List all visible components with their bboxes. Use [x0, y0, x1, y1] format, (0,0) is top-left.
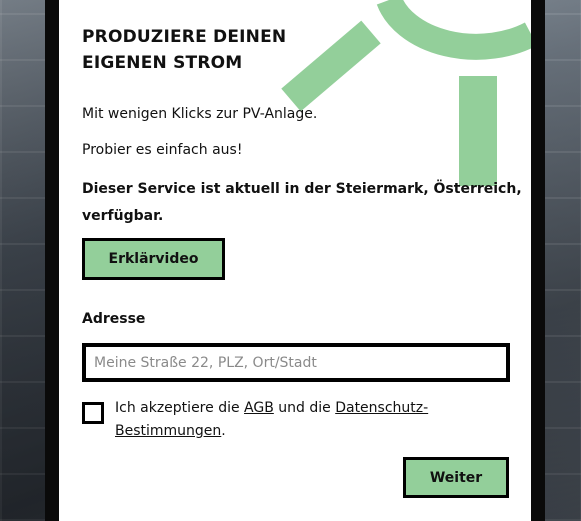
background-shade-left: [0, 0, 45, 521]
agb-link[interactable]: AGB: [244, 400, 274, 416]
consent-text-after: .: [221, 423, 226, 439]
address-label: Adresse: [82, 311, 146, 327]
intro-text: Mit wenigen Klicks zur PV-Anlage.: [82, 106, 318, 122]
signup-card: PRODUZIERE DEINEN EIGENEN STROM Mit weni…: [59, 0, 531, 521]
explainer-video-button[interactable]: Erklärvideo: [82, 238, 225, 280]
consent-text: Ich akzeptiere die AGB und die Datenschu…: [115, 397, 495, 443]
prompt-text: Probier es einfach aus!: [82, 142, 243, 158]
consent-text-middle: und die: [273, 400, 336, 416]
page-title: PRODUZIERE DEINEN EIGENEN STROM: [82, 24, 342, 76]
next-button[interactable]: Weiter: [403, 457, 509, 498]
address-input[interactable]: [82, 343, 510, 382]
consent-text-before: Ich akzeptiere die: [115, 400, 245, 416]
availability-text: Dieser Service ist aktuell in der Steier…: [82, 181, 522, 224]
title-line-1: PRODUZIERE DEINEN: [82, 27, 287, 47]
background-shade-right: [545, 0, 581, 521]
title-line-2: EIGENEN STROM: [82, 53, 243, 73]
consent-checkbox[interactable]: [82, 402, 104, 424]
